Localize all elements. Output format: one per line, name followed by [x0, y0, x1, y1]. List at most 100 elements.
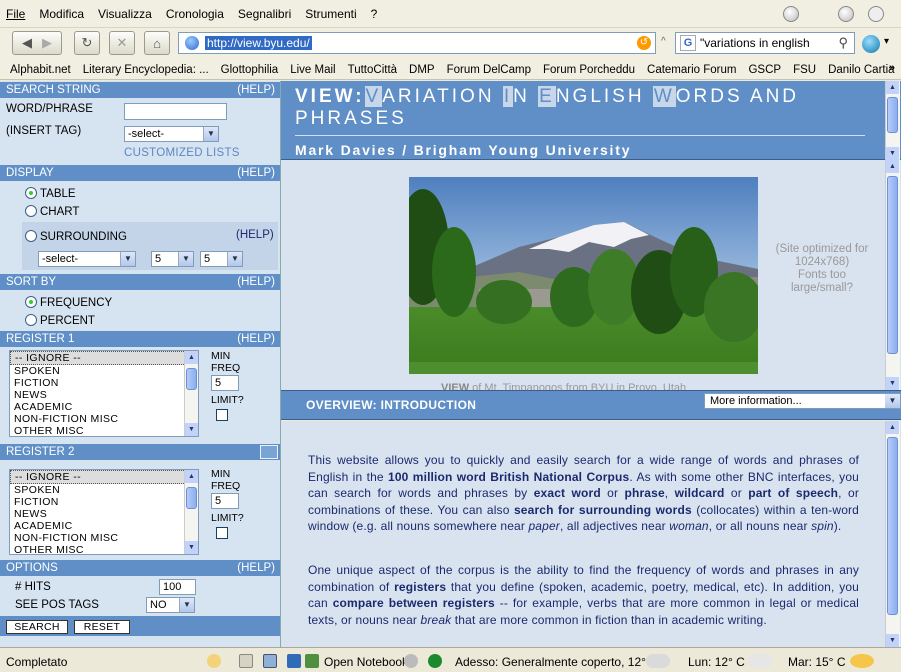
reset-button[interactable]: RESET	[74, 620, 130, 634]
search-icon[interactable]: ⚲	[838, 35, 848, 51]
minimize-icon[interactable]	[783, 6, 799, 22]
bookmark-item[interactable]: FSU	[793, 64, 816, 76]
register-2-limit-checkbox[interactable]	[216, 527, 228, 539]
tag-select[interactable]: -select- ▼	[124, 126, 219, 142]
toggle-icon[interactable]	[260, 445, 278, 459]
register-2-min-freq-input[interactable]	[211, 493, 239, 509]
bookmark-item[interactable]: Forum Porcheddu	[543, 64, 635, 76]
scroll-thumb[interactable]	[186, 368, 197, 390]
surrounding-help-link[interactable]: (HELP)	[236, 229, 274, 241]
skype-dropdown-icon[interactable]: ▾	[884, 36, 889, 47]
list-item[interactable]: ACADEMIC	[10, 401, 198, 413]
bookmark-item[interactable]: Glottophilia	[221, 64, 279, 76]
menu-help[interactable]: ?	[371, 7, 378, 21]
register-1-listbox[interactable]: -- IGNORE -- SPOKEN FICTION NEWS ACADEMI…	[9, 350, 199, 437]
stop-button[interactable]: ✕	[109, 31, 135, 55]
search-button[interactable]: SEARCH	[6, 620, 68, 634]
list-item[interactable]: NEWS	[10, 389, 198, 401]
scroll-down-icon[interactable]: ▼	[886, 147, 899, 160]
scroll-thumb[interactable]	[887, 437, 898, 615]
menu-segnalibri[interactable]: Segnalibri	[238, 7, 291, 21]
bookmark-item[interactable]: Catemario Forum	[647, 64, 736, 76]
url-text[interactable]: http://view.byu.edu/	[205, 36, 312, 50]
list-item[interactable]: OTHER MISC	[10, 425, 198, 436]
photo-scrollbar[interactable]: ▲ ▼	[885, 160, 900, 390]
scroll-down-icon[interactable]: ▼	[886, 634, 899, 647]
scroll-up-icon[interactable]: ▲	[886, 81, 899, 94]
scroll-thumb[interactable]	[887, 176, 898, 354]
page-icon[interactable]	[239, 654, 253, 668]
scroll-up-icon[interactable]: ▲	[886, 421, 899, 434]
more-information-select[interactable]: More information... ▼	[704, 393, 901, 409]
google-engine-icon[interactable]: G	[680, 35, 696, 51]
menu-modifica[interactable]: Modifica	[39, 7, 84, 21]
listbox-scrollbar[interactable]: ▲ ▼	[184, 351, 198, 436]
list-item[interactable]: SPOKEN	[10, 484, 198, 496]
address-bar[interactable]: http://view.byu.edu/ ↺	[178, 32, 656, 54]
back-forward-button[interactable]: ◀ ▶	[12, 31, 62, 55]
list-item[interactable]: ACADEMIC	[10, 520, 198, 532]
customized-lists-link[interactable]: CUSTOMIZED LISTS	[124, 147, 240, 159]
display-chart-radio[interactable]	[25, 205, 37, 217]
menu-cronologia[interactable]: Cronologia	[166, 7, 224, 21]
help-link[interactable]: (HELP)	[237, 331, 275, 347]
bookmark-item[interactable]: Live Mail	[290, 64, 335, 76]
forward-icon[interactable]: ▶	[42, 35, 52, 51]
bookmark-item[interactable]: Alphabit.net	[10, 64, 71, 76]
grid-icon[interactable]	[263, 654, 277, 668]
bookmark-item[interactable]: DMP	[409, 64, 435, 76]
list-item[interactable]: NON-FICTION MISC	[10, 413, 198, 425]
list-item[interactable]: -- IGNORE --	[10, 470, 198, 484]
register-1-min-freq-input[interactable]	[211, 375, 239, 391]
scroll-down-icon[interactable]: ▼	[185, 541, 198, 554]
register-2-listbox[interactable]: -- IGNORE -- SPOKEN FICTION NEWS ACADEMI…	[9, 469, 199, 555]
menu-strumenti[interactable]: Strumenti	[305, 7, 356, 21]
rss-feed-icon[interactable]: ↺	[637, 36, 651, 50]
help-link[interactable]: (HELP)	[237, 560, 275, 576]
list-item[interactable]: NEWS	[10, 508, 198, 520]
search-query[interactable]: "variations in english	[700, 36, 810, 50]
bookmarks-overflow-button[interactable]: »	[889, 62, 895, 74]
sort-percent-radio[interactable]	[25, 314, 37, 326]
scroll-thumb[interactable]	[887, 97, 898, 133]
sort-frequency-radio[interactable]	[25, 296, 37, 308]
right-span-select[interactable]: 5 ▼	[200, 251, 243, 267]
menu-file[interactable]: File	[6, 7, 25, 21]
list-item[interactable]: OTHER MISC	[10, 544, 198, 554]
list-item[interactable]: NON-FICTION MISC	[10, 532, 198, 544]
notebook-icon[interactable]	[305, 654, 319, 668]
surrounding-select[interactable]: -select- ▼	[38, 251, 136, 267]
bookmark-item[interactable]: Literary Encyclopedia: ...	[83, 64, 209, 76]
skype-icon[interactable]	[862, 35, 880, 53]
pos-tags-select[interactable]: NO ▼	[146, 597, 195, 613]
bookmark-item[interactable]: TuttoCittà	[348, 64, 397, 76]
scroll-up-icon[interactable]: ▲	[185, 351, 198, 364]
urlbar-dropdown-icon[interactable]: ^	[661, 36, 666, 47]
scroll-down-icon[interactable]: ▼	[185, 423, 198, 436]
scroll-down-icon[interactable]: ▼	[886, 377, 899, 390]
back-icon[interactable]: ◀	[22, 35, 32, 51]
help-link[interactable]: (HELP)	[237, 82, 275, 98]
bookmark-item[interactable]: GSCP	[748, 64, 781, 76]
scroll-up-icon[interactable]: ▲	[886, 160, 899, 173]
help-link[interactable]: (HELP)	[237, 274, 275, 290]
display-surrounding-radio[interactable]	[25, 230, 37, 242]
hits-input[interactable]	[159, 579, 196, 595]
search-box[interactable]: G "variations in english ⚲	[675, 32, 855, 54]
list-item[interactable]: SPOKEN	[10, 365, 198, 377]
left-span-select[interactable]: 5 ▼	[151, 251, 194, 267]
menu-visualizza[interactable]: Visualizza	[98, 7, 152, 21]
display-table-radio[interactable]	[25, 187, 37, 199]
word-phrase-input[interactable]	[124, 103, 227, 120]
bookmark-item[interactable]: Danilo Cartia	[828, 64, 894, 76]
title-scrollbar[interactable]: ▲ ▼	[885, 81, 900, 160]
help-link[interactable]: (HELP)	[237, 165, 275, 181]
content-scrollbar[interactable]: ▲ ▼	[885, 421, 900, 647]
bookmark-item[interactable]: Forum DelCamp	[447, 64, 531, 76]
scroll-up-icon[interactable]: ▲	[185, 470, 198, 483]
home-button[interactable]: ⌂	[144, 31, 170, 55]
register-1-limit-checkbox[interactable]	[216, 409, 228, 421]
fonts-size-link[interactable]: Fonts too	[767, 269, 877, 282]
listbox-scrollbar[interactable]: ▲ ▼	[184, 470, 198, 554]
weather-app-icon[interactable]	[287, 654, 301, 668]
